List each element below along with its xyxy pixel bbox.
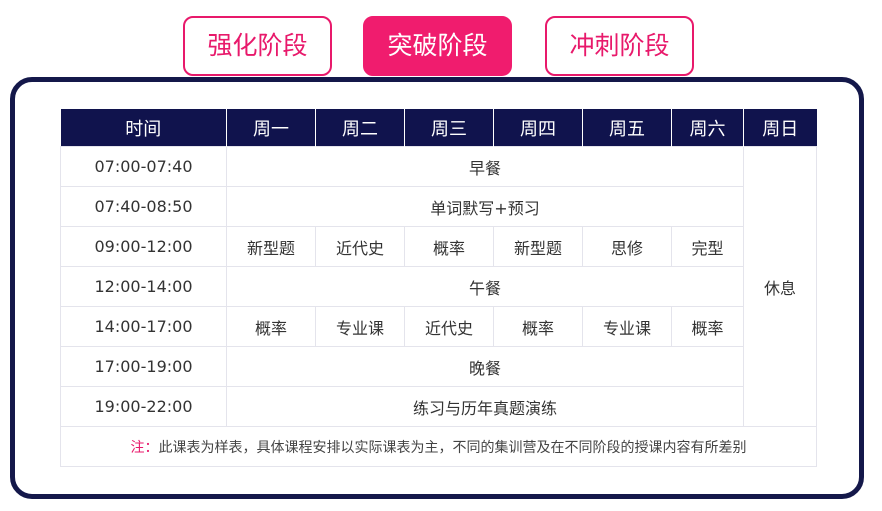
course-cell: 概率 bbox=[226, 306, 316, 347]
time-cell: 12:00-14:00 bbox=[60, 266, 227, 307]
table-header-row: 时间 周一 周二 周三 周四 周五 周六 周日 bbox=[60, 109, 817, 147]
course-cell: 概率 bbox=[671, 306, 744, 347]
table-row: 17:00-19:00 晚餐 bbox=[60, 346, 817, 387]
note-label: 注： bbox=[130, 439, 159, 456]
table-row: 12:00-14:00 午餐 bbox=[60, 266, 817, 307]
tab-label: 冲刺阶段 bbox=[569, 31, 670, 60]
tab-breakthrough-stage[interactable]: 突破阶段 bbox=[363, 16, 512, 76]
tab-label: 强化阶段 bbox=[207, 31, 308, 60]
time-cell: 07:40-08:50 bbox=[60, 186, 227, 227]
table-row: 14:00-17:00 概率 专业课 近代史 概率 专业课 概率 bbox=[60, 306, 817, 347]
table-row: 09:00-12:00 新型题 近代史 概率 新型题 思修 完型 bbox=[60, 226, 817, 267]
time-cell: 17:00-19:00 bbox=[60, 346, 227, 387]
note-row: 注：此课表为样表，具体课程安排以实际课表为主，不同的集训营及在不同阶段的授课内容… bbox=[60, 426, 817, 467]
time-cell: 19:00-22:00 bbox=[60, 386, 227, 427]
schedule-note: 注：此课表为样表，具体课程安排以实际课表为主，不同的集训营及在不同阶段的授课内容… bbox=[60, 426, 817, 467]
course-cell: 概率 bbox=[404, 226, 494, 267]
course-cell: 专业课 bbox=[315, 306, 405, 347]
lunch-cell: 午餐 bbox=[226, 266, 744, 307]
time-cell: 07:00-07:40 bbox=[60, 146, 227, 187]
course-cell: 专业课 bbox=[582, 306, 672, 347]
header-friday: 周五 bbox=[582, 109, 672, 147]
header-sunday: 周日 bbox=[743, 109, 817, 147]
tab-label: 突破阶段 bbox=[387, 31, 488, 60]
header-wednesday: 周三 bbox=[404, 109, 494, 147]
course-cell: 完型 bbox=[671, 226, 744, 267]
header-time: 时间 bbox=[60, 109, 227, 147]
course-cell: 概率 bbox=[493, 306, 583, 347]
vocab-preview-cell: 单词默写+预习 bbox=[226, 186, 744, 227]
header-monday: 周一 bbox=[226, 109, 316, 147]
breakfast-cell: 早餐 bbox=[226, 146, 744, 187]
header-thursday: 周四 bbox=[493, 109, 583, 147]
course-cell: 思修 bbox=[582, 226, 672, 267]
note-text: 此课表为样表，具体课程安排以实际课表为主，不同的集训营及在不同阶段的授课内容有所… bbox=[158, 439, 747, 456]
sunday-rest-cell: 休息 bbox=[743, 146, 817, 427]
course-cell: 近代史 bbox=[404, 306, 494, 347]
header-saturday: 周六 bbox=[671, 109, 744, 147]
schedule-table: 时间 周一 周二 周三 周四 周五 周六 周日 07:00-07:40 早餐 休… bbox=[60, 109, 817, 467]
time-cell: 09:00-12:00 bbox=[60, 226, 227, 267]
header-tuesday: 周二 bbox=[315, 109, 405, 147]
course-cell: 近代史 bbox=[315, 226, 405, 267]
dinner-cell: 晚餐 bbox=[226, 346, 744, 387]
course-cell: 新型题 bbox=[493, 226, 583, 267]
tab-strengthen-stage[interactable]: 强化阶段 bbox=[183, 16, 332, 76]
table-row: 07:00-07:40 早餐 休息 bbox=[60, 146, 817, 427]
time-cell: 14:00-17:00 bbox=[60, 306, 227, 347]
table-row: 07:40-08:50 单词默写+预习 bbox=[60, 186, 817, 227]
table-row: 19:00-22:00 练习与历年真题演练 bbox=[60, 386, 817, 427]
course-cell: 新型题 bbox=[226, 226, 316, 267]
tab-sprint-stage[interactable]: 冲刺阶段 bbox=[545, 16, 694, 76]
evening-practice-cell: 练习与历年真题演练 bbox=[226, 386, 744, 427]
